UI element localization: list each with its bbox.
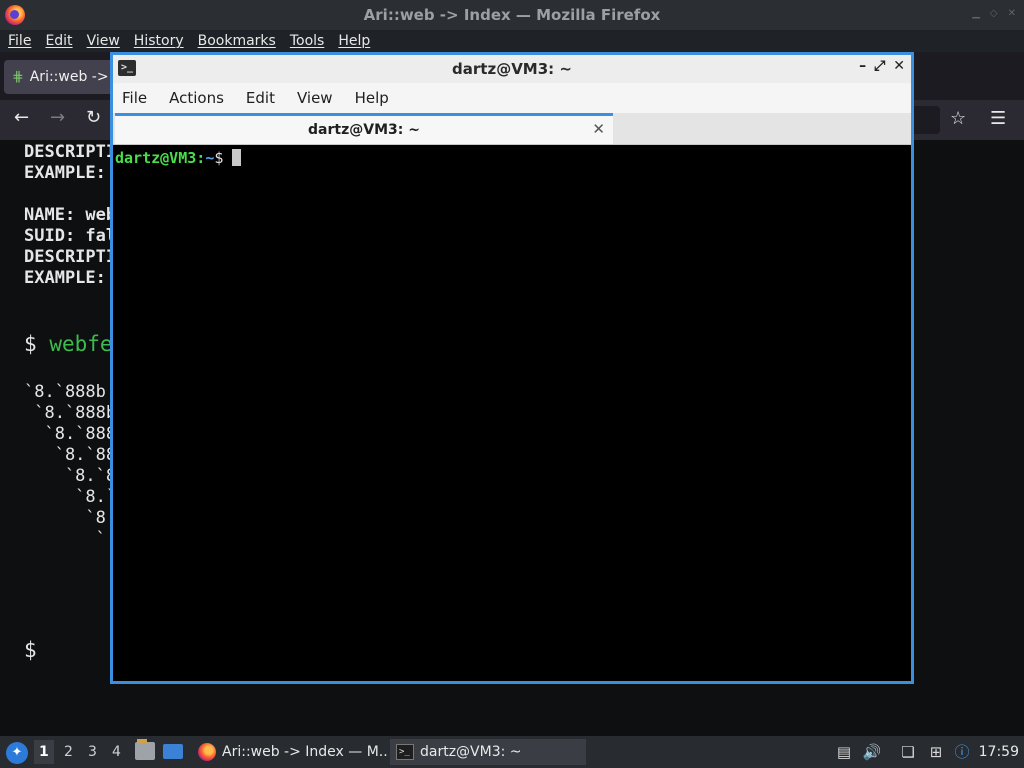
firefox-tab-label: Ari::web -> bbox=[29, 69, 109, 85]
clock[interactable]: 17:59 bbox=[979, 744, 1019, 760]
page-text-line: DESCRIPTI bbox=[24, 142, 117, 162]
terminal-window-controls: – ⤢ ✕ bbox=[859, 58, 905, 74]
network-icon[interactable]: ⊞ bbox=[926, 742, 946, 762]
terminal-menu-edit[interactable]: Edit bbox=[246, 89, 275, 107]
terminal-screen[interactable]: dartz@VM3:~$ bbox=[113, 146, 911, 681]
terminal-menubar: File Actions Edit View Help bbox=[113, 83, 911, 113]
minimize-icon[interactable]: – bbox=[859, 58, 866, 74]
terminal-titlebar[interactable]: >_ dartz@VM3: ~ – ⤢ ✕ bbox=[113, 55, 911, 83]
show-desktop-icon[interactable] bbox=[163, 744, 183, 759]
ascii-art-line: `8 bbox=[24, 508, 106, 528]
workspace-3[interactable]: 3 bbox=[88, 744, 97, 760]
terminal-tabbar: dartz@VM3: ~ ✕ bbox=[113, 113, 911, 145]
start-menu-icon[interactable]: ✦ bbox=[6, 742, 28, 764]
firefox-titlebar[interactable]: Ari::web -> Index — Mozilla Firefox ▁ ◇ … bbox=[0, 0, 1024, 30]
ascii-art-line: `8.` bbox=[24, 487, 117, 507]
firefox-menu-edit[interactable]: Edit bbox=[45, 33, 72, 49]
bookmark-star-icon[interactable]: ☆ bbox=[950, 108, 966, 129]
file-manager-icon[interactable] bbox=[135, 739, 155, 760]
firefox-window-controls: ▁ ◇ ✕ bbox=[972, 8, 1016, 19]
firefox-menubar: File Edit View History Bookmarks Tools H… bbox=[0, 30, 1024, 52]
prompt-user-host: dartz@VM3 bbox=[115, 149, 197, 167]
close-tab-icon[interactable]: ✕ bbox=[592, 120, 605, 138]
firefox-menu-file[interactable]: File bbox=[8, 33, 31, 49]
page-text-line: DESCRIPTI bbox=[24, 247, 117, 267]
ascii-art-line: `8.`888 bbox=[24, 424, 117, 444]
forward-arrow-icon[interactable]: → bbox=[50, 107, 65, 128]
terminal-menu-view[interactable]: View bbox=[297, 89, 333, 107]
firefox-menu-view[interactable]: View bbox=[87, 33, 120, 49]
volume-icon[interactable]: 🔊 bbox=[862, 742, 882, 762]
back-arrow-icon[interactable]: ← bbox=[14, 107, 29, 128]
firefox-icon bbox=[198, 743, 216, 761]
terminal-tab[interactable]: dartz@VM3: ~ ✕ bbox=[115, 113, 613, 144]
firefox-menu-tools[interactable]: Tools bbox=[290, 33, 325, 49]
maximize-icon[interactable]: ◇ bbox=[990, 8, 998, 19]
prompt-separator: : bbox=[196, 149, 206, 167]
firefox-menu-history[interactable]: History bbox=[134, 33, 184, 49]
page-prompt-line: $ webfe bbox=[24, 332, 113, 356]
taskbar: ✦ 1 2 3 4 Ari::web -> Index — M... >_ da… bbox=[0, 736, 1024, 768]
firefox-logo-icon bbox=[5, 5, 25, 25]
terminal-tab-label: dartz@VM3: ~ bbox=[308, 122, 420, 138]
ascii-art-line: `8.`88 bbox=[24, 445, 117, 465]
ascii-art-line: ` bbox=[24, 529, 106, 549]
minimize-icon[interactable]: ▁ bbox=[972, 8, 980, 19]
ascii-art-line: `8.`888b bbox=[24, 403, 117, 423]
close-icon[interactable]: ✕ bbox=[1008, 8, 1016, 19]
terminal-icon: >_ bbox=[396, 744, 414, 760]
terminal-menu-actions[interactable]: Actions bbox=[169, 89, 224, 107]
task-terminal[interactable]: >_ dartz@VM3: ~ bbox=[390, 739, 586, 765]
url-bar[interactable] bbox=[912, 106, 940, 134]
page-text-line: SUID: fal bbox=[24, 226, 117, 246]
prompt-symbol: $ bbox=[24, 332, 37, 356]
workspace-2[interactable]: 2 bbox=[64, 744, 73, 760]
prompt-command: webfe bbox=[49, 332, 113, 356]
firefox-menu-bookmarks[interactable]: Bookmarks bbox=[198, 33, 276, 49]
clipboard-icon[interactable]: ▤ bbox=[834, 742, 854, 762]
firefox-menu-help[interactable]: Help bbox=[338, 33, 370, 49]
hamburger-menu-icon[interactable]: ☰ bbox=[990, 108, 1006, 129]
page-text-line: EXAMPLE: bbox=[24, 268, 106, 288]
site-favicon-icon: ⋕ bbox=[12, 69, 24, 85]
text-cursor bbox=[232, 149, 242, 166]
prompt-path: ~ bbox=[205, 149, 215, 167]
prompt-symbol: $ bbox=[214, 149, 224, 167]
notes-icon[interactable]: ❏ bbox=[898, 742, 918, 762]
task-firefox[interactable]: Ari::web -> Index — M... bbox=[192, 739, 388, 765]
terminal-menu-help[interactable]: Help bbox=[355, 89, 389, 107]
workspace-1[interactable]: 1 bbox=[34, 740, 54, 764]
terminal-app-icon: >_ bbox=[118, 60, 136, 76]
notification-icon[interactable]: ⓘ bbox=[952, 742, 972, 762]
reload-icon[interactable]: ↻ bbox=[86, 107, 101, 128]
close-icon[interactable]: ✕ bbox=[893, 58, 905, 74]
workspace-4[interactable]: 4 bbox=[112, 744, 121, 760]
terminal-menu-file[interactable]: File bbox=[122, 89, 147, 107]
page-bottom-prompt: $ bbox=[24, 638, 37, 662]
page-text-line: EXAMPLE: bbox=[24, 163, 106, 183]
task-label: Ari::web -> Index — M... bbox=[222, 744, 388, 760]
maximize-icon[interactable]: ⤢ bbox=[874, 58, 885, 74]
terminal-window[interactable]: >_ dartz@VM3: ~ – ⤢ ✕ File Actions Edit … bbox=[110, 52, 914, 684]
task-label: dartz@VM3: ~ bbox=[420, 744, 522, 760]
ascii-art-line: `8.`888b bbox=[24, 382, 106, 402]
page-text-line: NAME: web bbox=[24, 205, 117, 225]
terminal-window-title: dartz@VM3: ~ bbox=[452, 60, 572, 78]
firefox-window-title: Ari::web -> Index — Mozilla Firefox bbox=[363, 6, 661, 24]
firefox-tab[interactable]: ⋕ Ari::web -> bbox=[4, 60, 114, 94]
ascii-art-line: `8.`8 bbox=[24, 466, 117, 486]
